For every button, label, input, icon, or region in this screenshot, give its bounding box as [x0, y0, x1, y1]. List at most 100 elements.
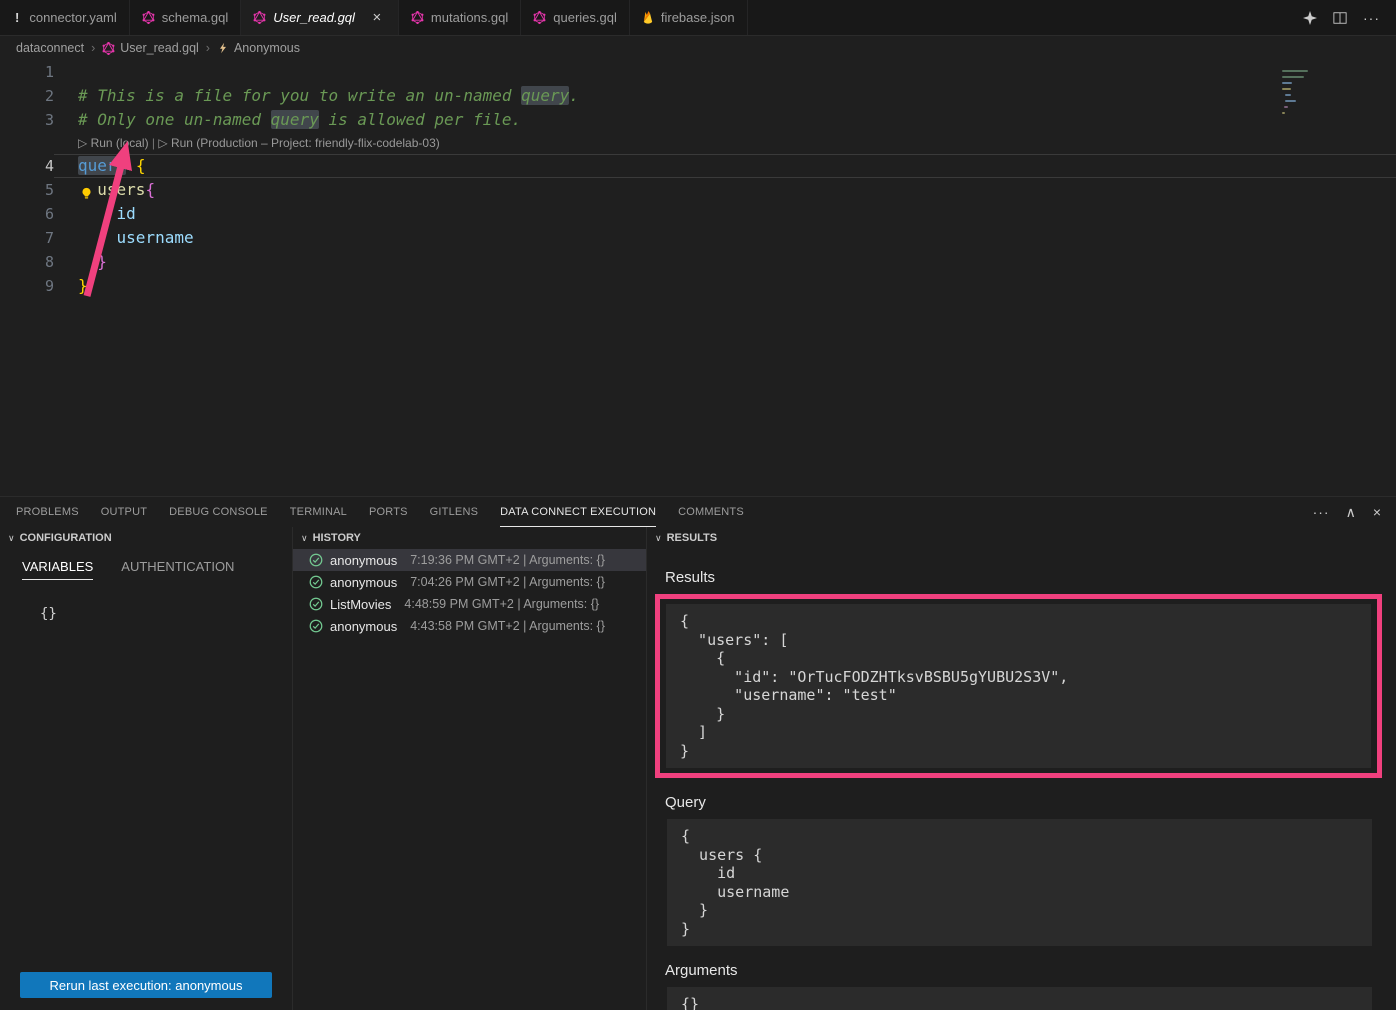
close-icon[interactable]: × — [368, 9, 386, 26]
results-header[interactable]: ∨ RESULTS — [647, 527, 1396, 549]
tab-queries-gql[interactable]: queries.gql — [521, 0, 630, 35]
query-code: { users { id username } } — [667, 819, 1372, 946]
history-item[interactable]: anonymous4:43:58 PM GMT+2 | Arguments: {… — [293, 615, 646, 637]
line-number: 6 — [0, 202, 54, 226]
results-scroll[interactable]: Results { "users": [ { "id": "OrTucFODZH… — [647, 549, 1396, 1010]
codelens-run-production[interactable]: ▷ Run (Production – Project: friendly-fl… — [158, 136, 439, 150]
firebase-icon — [642, 11, 654, 25]
panel-tab-data-connect-execution[interactable]: DATA CONNECT EXECUTION — [500, 497, 656, 527]
configuration-header[interactable]: ∨ CONFIGURATION — [0, 527, 292, 549]
results-heading: Results — [665, 569, 1396, 586]
editor-tab-bar: ! connector.yaml schema.gql User_read.gql × m… — [0, 0, 1396, 36]
tab-variables[interactable]: VARIABLES — [22, 559, 93, 580]
warning-icon: ! — [12, 10, 22, 25]
chevron-down-icon: ∨ — [8, 533, 15, 544]
codelens-row: ▷ Run (local) | ▷ Run (Production – Proj… — [0, 132, 1396, 154]
code-line-5[interactable]: 5 users{ — [0, 178, 1396, 202]
panel-more-icon[interactable]: ··· — [1313, 504, 1330, 521]
panel-tab-output[interactable]: OUTPUT — [101, 497, 147, 527]
editor-lines: 12# This is a file for you to write an u… — [0, 60, 1396, 298]
code-text: # Only one un-named query is allowed per… — [54, 108, 521, 132]
editor-actions: ··· — [1303, 0, 1396, 35]
configuration-title: CONFIGURATION — [20, 532, 112, 544]
panel-maximize-icon[interactable]: ∧ — [1346, 504, 1357, 521]
tab-schema-gql[interactable]: schema.gql — [130, 0, 241, 35]
history-section: ∨ HISTORY anonymous 7:19:36 PM GMT+2 | Ar… — [293, 527, 647, 1010]
minimap[interactable] — [1282, 66, 1312, 118]
code-line-9[interactable]: 9} — [0, 274, 1396, 298]
tab-firebase-json[interactable]: firebase.json — [630, 0, 748, 35]
breadcrumb-item-anonymous[interactable]: Anonymous — [217, 41, 300, 55]
tab-label: User_read.gql — [273, 10, 355, 25]
code-text: # This is a file for you to write an un-… — [54, 84, 579, 108]
panel-tab-problems[interactable]: PROBLEMS — [16, 497, 79, 527]
code-text: } — [54, 250, 107, 274]
code-text — [54, 60, 78, 84]
chevron-down-icon: ∨ — [655, 533, 662, 544]
code-line-8[interactable]: 8 } — [0, 250, 1396, 274]
results-title: RESULTS — [667, 532, 718, 544]
code-line-6[interactable]: 6 id — [0, 202, 1396, 226]
graphql-icon — [142, 11, 155, 24]
panel-tab-gitlens[interactable]: GITLENS — [430, 497, 478, 527]
graphql-icon — [253, 11, 266, 24]
tab-label: queries.gql — [553, 10, 617, 25]
results-json: { "users": [ { "id": "OrTucFODZHTksvBSBU… — [666, 604, 1371, 768]
history-item[interactable]: anonymous7:19:36 PM GMT+2 | Arguments: {… — [293, 549, 646, 571]
history-title: HISTORY — [313, 532, 361, 544]
code-line-4[interactable]: 4query { — [0, 154, 1396, 178]
configuration-section: ∨ CONFIGURATION VARIABLES AUTHENTICATION… — [0, 527, 293, 1010]
rerun-button[interactable]: Rerun last execution: anonymous — [20, 972, 272, 998]
code-text: } — [54, 274, 88, 298]
code-line-7[interactable]: 7 username — [0, 226, 1396, 250]
history-item[interactable]: ListMovies4:48:59 PM GMT+2 | Arguments: … — [293, 593, 646, 615]
breadcrumb-item-dataconnect[interactable]: dataconnect — [16, 41, 84, 55]
history-header[interactable]: ∨ HISTORY — [293, 527, 646, 549]
editor[interactable]: 12# This is a file for you to write an u… — [0, 60, 1396, 496]
codelens-run-local[interactable]: ▷ Run (local) — [78, 136, 149, 150]
tab-authentication[interactable]: AUTHENTICATION — [121, 559, 234, 580]
panel-tab-ports[interactable]: PORTS — [369, 497, 408, 527]
history-list: anonymous 7:19:36 PM GMT+2 | Arguments: {… — [293, 549, 646, 637]
tab-connector-yaml[interactable]: ! connector.yaml — [0, 0, 130, 35]
panel-tab-comments[interactable]: COMMENTS — [678, 497, 744, 527]
tab-label: mutations.gql — [431, 10, 508, 25]
graphql-icon — [102, 42, 115, 55]
history-item[interactable]: anonymous7:04:26 PM GMT+2 | Arguments: {… — [293, 571, 646, 593]
panel-tab-debug-console[interactable]: DEBUG CONSOLE — [169, 497, 268, 527]
panel-close-icon[interactable]: × — [1373, 504, 1382, 521]
editor-tabs: ! connector.yaml schema.gql User_read.gql × m… — [0, 0, 748, 35]
history-item-detail: 7:19:36 PM GMT+2 | Arguments: {} — [410, 553, 605, 567]
check-circle-icon — [309, 619, 323, 633]
breadcrumb-label: Anonymous — [234, 41, 300, 55]
code-line-3[interactable]: 3# Only one un-named query is allowed pe… — [0, 108, 1396, 132]
annotation-highlight-box: { "users": [ { "id": "OrTucFODZHTksvBSBU… — [655, 594, 1382, 778]
code-text: username — [54, 226, 194, 250]
code-text: users{ — [54, 178, 155, 202]
symbol-event-icon — [217, 42, 229, 54]
copilot-sparkle-icon[interactable] — [1303, 11, 1317, 25]
split-editor-icon[interactable] — [1333, 11, 1347, 25]
variables-value[interactable]: {} — [40, 606, 292, 622]
arguments-heading: Arguments — [665, 962, 1396, 979]
panel-tab-terminal[interactable]: TERMINAL — [290, 497, 347, 527]
results-section: ∨ RESULTS Results { "users": [ { "id": "… — [647, 527, 1396, 1010]
editor-more-icon[interactable]: ··· — [1363, 10, 1380, 26]
tab-label: connector.yaml — [29, 10, 116, 25]
breadcrumb-separator: › — [89, 41, 97, 55]
tab-mutations-gql[interactable]: mutations.gql — [399, 0, 521, 35]
graphql-icon — [533, 11, 546, 24]
code-line-1[interactable]: 1 — [0, 60, 1396, 84]
breadcrumb: dataconnect›User_read.gql›Anonymous — [0, 36, 1396, 60]
panel-tabs: PROBLEMS OUTPUT DEBUG CONSOLE TERMINAL PORTS… — [16, 497, 766, 527]
code-line-2[interactable]: 2# This is a file for you to write an un… — [0, 84, 1396, 108]
line-number: 4 — [0, 154, 54, 178]
line-number: 3 — [0, 108, 54, 132]
tab-user-read-gql[interactable]: User_read.gql × — [241, 0, 399, 35]
history-item-name: anonymous — [330, 619, 397, 634]
breadcrumb-item-user-read-gql[interactable]: User_read.gql — [102, 41, 199, 55]
query-heading: Query — [665, 794, 1396, 811]
breadcrumb-label: User_read.gql — [120, 41, 199, 55]
line-number: 1 — [0, 60, 54, 84]
check-circle-icon — [309, 597, 323, 611]
